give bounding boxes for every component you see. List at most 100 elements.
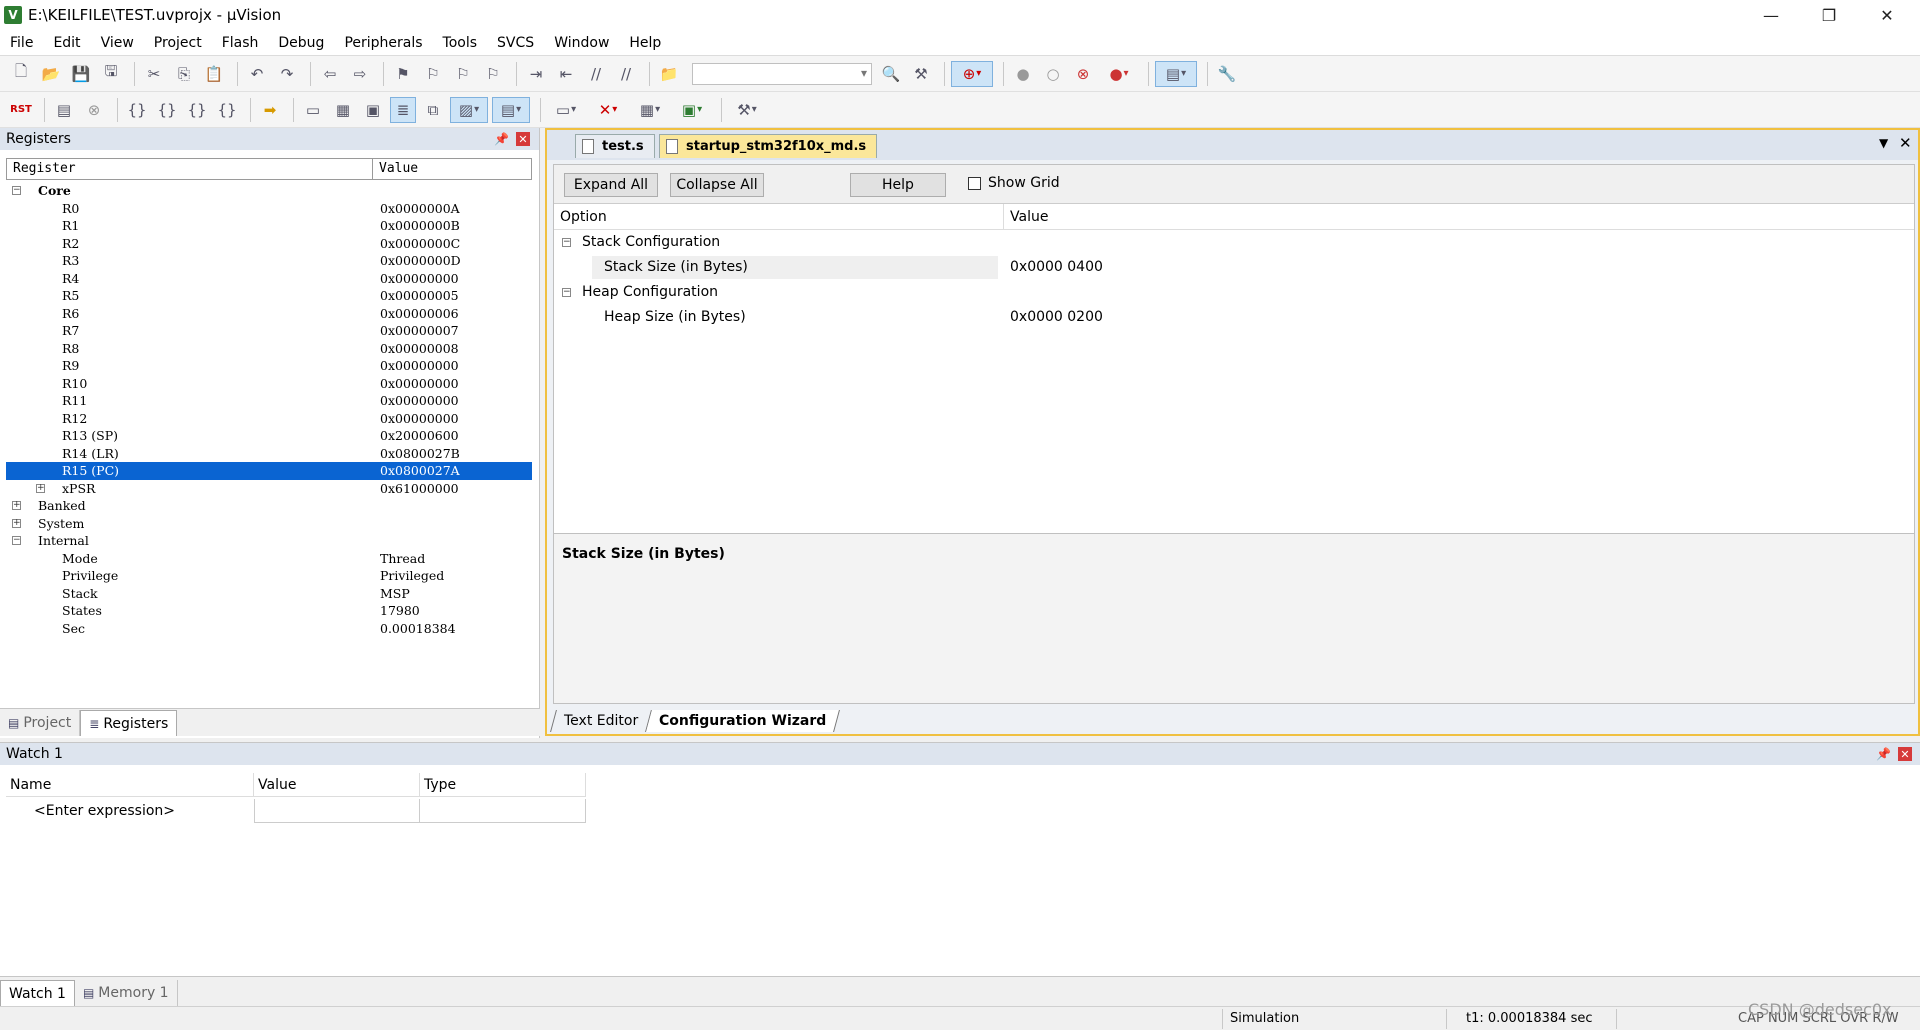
menu-view[interactable]: View xyxy=(91,35,144,51)
tab-registers[interactable]: ≣ Registers xyxy=(80,710,178,736)
menu-project[interactable]: Project xyxy=(144,35,212,51)
kill-breakpoints-icon[interactable]: ● xyxy=(1100,61,1138,87)
tree-group-core[interactable]: − Core xyxy=(6,182,532,200)
uncomment-icon[interactable]: // xyxy=(613,61,639,87)
redo-icon[interactable]: ↷ xyxy=(274,61,300,87)
undo-icon[interactable]: ↶ xyxy=(244,61,270,87)
menu-window[interactable]: Window xyxy=(544,35,619,51)
heap-size-row[interactable]: Heap Size (in Bytes) 0x0000 0200 xyxy=(554,305,1914,330)
cut-icon[interactable]: ✂ xyxy=(141,61,167,87)
register-row[interactable]: R10 0x00000000 xyxy=(6,375,532,393)
collapse-icon[interactable]: − xyxy=(562,288,571,297)
collapse-icon[interactable]: − xyxy=(12,186,21,196)
step-out-icon[interactable]: {} xyxy=(184,97,210,123)
find-combo[interactable] xyxy=(692,62,872,85)
disassembly-window-icon[interactable]: ▦ xyxy=(330,97,356,123)
register-row[interactable]: + xPSR 0x61000000 xyxy=(6,480,532,498)
expand-icon[interactable]: + xyxy=(36,483,45,493)
tab-watch1[interactable]: Watch 1 xyxy=(0,980,75,1006)
register-row[interactable]: R0 0x0000000A xyxy=(6,200,532,218)
menu-edit[interactable]: Edit xyxy=(43,35,90,51)
navigate-back-icon[interactable]: ⇦ xyxy=(317,61,343,87)
expand-icon[interactable]: + xyxy=(12,501,21,511)
menu-svcs[interactable]: SVCS xyxy=(487,35,544,51)
register-row[interactable]: Sec 0.00018384 xyxy=(6,620,532,638)
save-icon[interactable]: 💾 xyxy=(68,61,94,87)
register-column[interactable]: Register xyxy=(7,159,373,179)
configure-tools-icon[interactable]: 🔧 xyxy=(1214,61,1240,87)
system-viewer-icon[interactable]: ▣ xyxy=(673,97,711,123)
collapse-all-button[interactable]: Collapse All xyxy=(670,173,764,197)
stack-size-value[interactable]: 0x0000 0400 xyxy=(1010,259,1103,275)
comment-icon[interactable]: // xyxy=(583,61,609,87)
heap-configuration-row[interactable]: − Heap Configuration xyxy=(554,280,1914,305)
open-file-icon[interactable]: 📂 xyxy=(38,61,64,87)
find-replace-icon[interactable]: ⚒ xyxy=(908,61,934,87)
reset-cpu-icon[interactable]: RST xyxy=(8,97,34,123)
show-grid-checkbox[interactable] xyxy=(968,177,981,190)
register-row-selected[interactable]: R15 (PC) 0x0800027A xyxy=(6,462,532,480)
register-row[interactable]: R7 0x00000007 xyxy=(6,322,532,340)
pin-icon[interactable]: 📌 xyxy=(1876,747,1891,761)
serial-windows-icon[interactable]: ▭ xyxy=(547,97,585,123)
restore-button[interactable]: ❐ xyxy=(1800,0,1858,30)
prev-bookmark-icon[interactable]: ⚐ xyxy=(420,61,446,87)
tab-project[interactable]: ▤ Project xyxy=(0,710,81,736)
register-row[interactable]: R11 0x00000000 xyxy=(6,392,532,410)
tab-list-dropdown-icon[interactable]: ▼ xyxy=(1879,136,1888,150)
save-all-icon[interactable]: 🖫 xyxy=(98,61,124,87)
register-row[interactable]: R5 0x00000005 xyxy=(6,287,532,305)
register-row[interactable]: States 17980 xyxy=(6,602,532,620)
memory-windows-icon[interactable]: ▤ xyxy=(492,96,530,123)
run-icon[interactable]: ▤ xyxy=(51,97,77,123)
value-column[interactable]: Value xyxy=(373,159,418,179)
window-layout-icon[interactable]: ▤ xyxy=(1155,60,1197,87)
toolbox-icon[interactable]: ⚒ xyxy=(728,97,766,123)
step-into-icon[interactable]: {} xyxy=(124,97,150,123)
watch-windows-icon[interactable]: ▨ xyxy=(450,96,488,123)
stop-icon[interactable]: ⊗ xyxy=(81,97,107,123)
navigate-forward-icon[interactable]: ⇨ xyxy=(347,61,373,87)
menu-debug[interactable]: Debug xyxy=(268,35,334,51)
insert-breakpoint-icon[interactable]: ● xyxy=(1010,61,1036,87)
register-row[interactable]: Stack MSP xyxy=(6,585,532,603)
menu-peripherals[interactable]: Peripherals xyxy=(334,35,432,51)
collapse-icon[interactable]: − xyxy=(12,536,21,546)
enter-expression-field[interactable]: <Enter expression> xyxy=(6,799,254,823)
tree-group-banked[interactable]: + Banked xyxy=(6,497,532,515)
expand-icon[interactable]: + xyxy=(12,518,21,528)
clear-bookmarks-icon[interactable]: ⚐ xyxy=(480,61,506,87)
tab-text-editor[interactable]: Text Editor xyxy=(550,710,653,732)
paste-icon[interactable]: 📋 xyxy=(201,61,227,87)
command-window-icon[interactable]: ▭ xyxy=(300,97,326,123)
register-row[interactable]: R14 (LR) 0x0800027B xyxy=(6,445,532,463)
menu-help[interactable]: Help xyxy=(619,35,671,51)
collapse-icon[interactable]: − xyxy=(562,238,571,247)
close-document-icon[interactable]: ✕ xyxy=(1899,134,1912,152)
name-column[interactable]: Name xyxy=(6,773,254,797)
call-stack-window-icon[interactable]: ⧉ xyxy=(420,97,446,123)
indent-icon[interactable]: ⇥ xyxy=(523,61,549,87)
register-row[interactable]: Privilege Privileged xyxy=(6,567,532,585)
disable-breakpoints-icon[interactable]: ⊗ xyxy=(1070,61,1096,87)
value-column[interactable]: Value xyxy=(254,773,420,797)
register-row[interactable]: R8 0x00000008 xyxy=(6,340,532,358)
next-bookmark-icon[interactable]: ⚐ xyxy=(450,61,476,87)
analysis-windows-icon[interactable]: ✕ xyxy=(589,97,627,123)
find-in-files-icon[interactable]: 📁 xyxy=(656,61,682,87)
register-row[interactable]: R6 0x00000006 xyxy=(6,305,532,323)
bookmark-icon[interactable]: ⚑ xyxy=(390,61,416,87)
heap-size-value[interactable]: 0x0000 0200 xyxy=(1010,309,1103,325)
menu-file[interactable]: File xyxy=(0,35,43,51)
register-row[interactable]: R1 0x0000000B xyxy=(6,217,532,235)
type-column[interactable]: Type xyxy=(420,773,586,797)
menu-flash[interactable]: Flash xyxy=(212,35,269,51)
symbols-window-icon[interactable]: ▣ xyxy=(360,97,386,123)
value-column[interactable]: Value xyxy=(1004,204,1048,229)
enable-breakpoint-icon[interactable]: ○ xyxy=(1040,61,1066,87)
register-row[interactable]: R12 0x00000000 xyxy=(6,410,532,428)
close-window-button[interactable]: ✕ xyxy=(1858,0,1916,30)
show-next-statement-icon[interactable]: ➡ xyxy=(257,97,283,123)
pin-icon[interactable]: 📌 xyxy=(494,132,509,146)
registers-window-icon[interactable]: ≣ xyxy=(390,96,416,123)
